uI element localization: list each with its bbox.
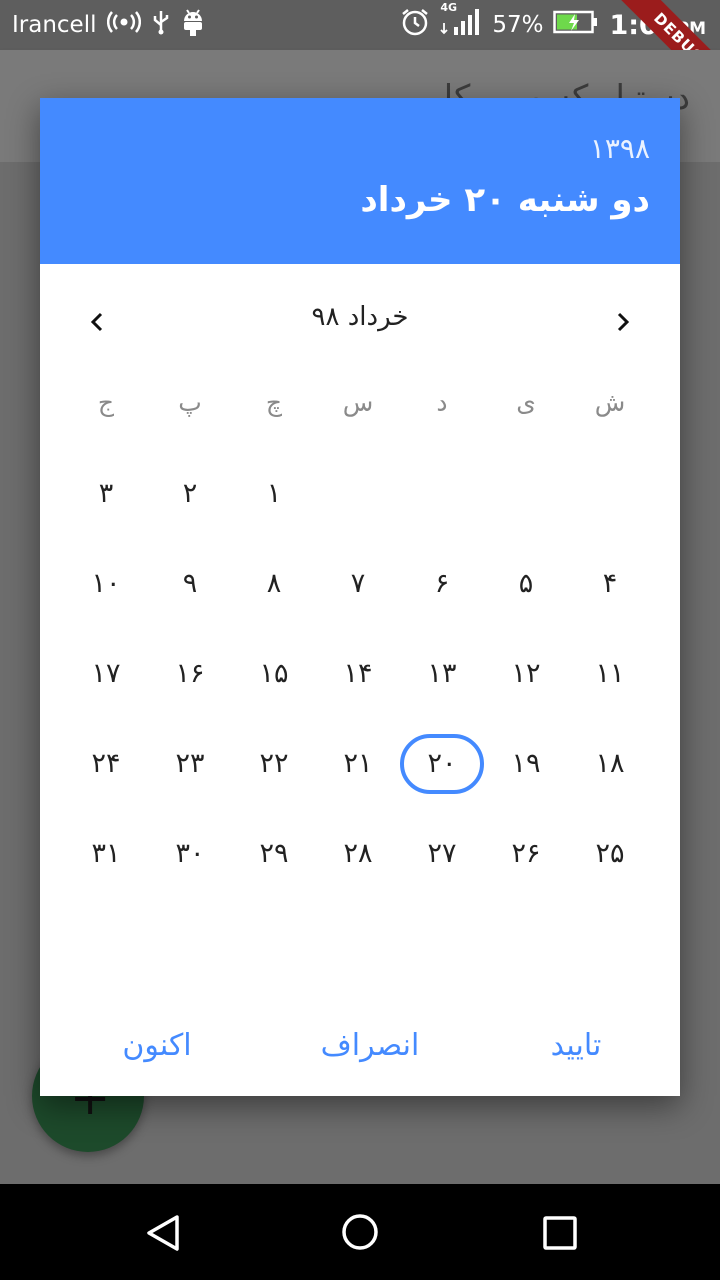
day-cell[interactable]: ۳ xyxy=(64,464,148,524)
chevron-left-icon xyxy=(90,312,103,332)
now-button[interactable]: اکنون xyxy=(102,1028,212,1063)
weekday-label: ش xyxy=(594,388,626,417)
day-cell[interactable]: ۲۷ xyxy=(400,824,484,884)
system-nav-bar xyxy=(0,1184,720,1280)
day-cell[interactable]: ۲۶ xyxy=(484,824,568,884)
day-cell[interactable]: ۵ xyxy=(484,554,568,614)
weekday-label: د xyxy=(436,388,448,417)
day-cell-selected[interactable]: ۲۰ xyxy=(400,734,484,794)
day-cell[interactable]: ۱۱ xyxy=(568,644,652,704)
home-circle-icon xyxy=(342,1214,378,1250)
day-cell[interactable]: ۴ xyxy=(568,554,652,614)
day-cell[interactable]: ۱۴ xyxy=(316,644,400,704)
day-cell[interactable]: ۱۷ xyxy=(64,644,148,704)
day-cell[interactable]: ۳۰ xyxy=(148,824,232,884)
day-cell[interactable]: ۳۱ xyxy=(64,824,148,884)
hotspot-icon xyxy=(106,11,141,39)
day-cell[interactable]: ۱۸ xyxy=(568,734,652,794)
day-cell[interactable]: ۶ xyxy=(400,554,484,614)
home-button[interactable] xyxy=(341,1213,379,1255)
day-cell[interactable]: ۱ xyxy=(232,464,316,524)
status-bar: Irancell 4G 57% 1:08PM DEBUG xyxy=(0,0,720,109)
signal-icon: 4G xyxy=(440,1,482,43)
selected-year[interactable]: ۱۳۹۸ xyxy=(590,132,650,165)
back-triangle-icon xyxy=(147,1215,179,1251)
cancel-button[interactable]: انصراف xyxy=(300,1028,440,1063)
carrier-label: Irancell xyxy=(12,12,97,38)
status-left: Irancell xyxy=(12,0,205,50)
day-cell[interactable]: ۱۰ xyxy=(64,554,148,614)
weekday-label: ی xyxy=(516,388,536,417)
day-cell[interactable]: ۸ xyxy=(232,554,316,614)
battery-charging-icon xyxy=(553,10,599,40)
recents-square-icon xyxy=(543,1216,577,1250)
weekday-label: پ xyxy=(178,388,202,417)
previous-month-button[interactable] xyxy=(76,300,120,344)
day-cell[interactable]: ۲۹ xyxy=(232,824,316,884)
day-cell[interactable]: ۱۶ xyxy=(148,644,232,704)
day-cell[interactable]: ۱۲ xyxy=(484,644,568,704)
day-cell[interactable]: ۲۸ xyxy=(316,824,400,884)
day-cell[interactable]: ۲ xyxy=(148,464,232,524)
day-cell[interactable]: ۱۳ xyxy=(400,644,484,704)
day-cell[interactable]: ۲۴ xyxy=(64,734,148,794)
day-cell[interactable]: ۲۳ xyxy=(148,734,232,794)
android-debug-icon xyxy=(181,7,205,43)
next-month-button[interactable] xyxy=(600,300,644,344)
dialog-header: ۱۳۹۸ دو شنبه ۲۰ خرداد xyxy=(40,98,680,264)
battery-percent: 57% xyxy=(492,12,544,38)
month-year-label: خرداد ۹۸ xyxy=(311,302,409,332)
weekday-label: ج xyxy=(97,388,115,417)
selected-date-label: دو شنبه ۲۰ خرداد xyxy=(360,180,650,220)
day-cell[interactable]: ۱۹ xyxy=(484,734,568,794)
day-cell[interactable]: ۲۲ xyxy=(232,734,316,794)
back-button[interactable] xyxy=(144,1214,182,1256)
weekday-label: چ xyxy=(265,388,283,417)
day-cell[interactable]: ۷ xyxy=(316,554,400,614)
chevron-right-icon xyxy=(617,312,630,332)
alarm-icon xyxy=(400,7,430,43)
date-picker-dialog: ۱۳۹۸ دو شنبه ۲۰ خرداد خرداد ۹۸ شیدسچپج ۱… xyxy=(40,98,680,1096)
confirm-button[interactable]: تایید xyxy=(526,1028,626,1063)
day-cell[interactable]: ۲۱ xyxy=(316,734,400,794)
usb-icon xyxy=(151,9,171,41)
network-type: 4G xyxy=(440,1,457,14)
weekday-label: س xyxy=(342,388,374,417)
recents-button[interactable] xyxy=(542,1215,578,1255)
day-cell[interactable]: ۲۵ xyxy=(568,824,652,884)
day-cell[interactable]: ۱۵ xyxy=(232,644,316,704)
day-cell[interactable]: ۹ xyxy=(148,554,232,614)
